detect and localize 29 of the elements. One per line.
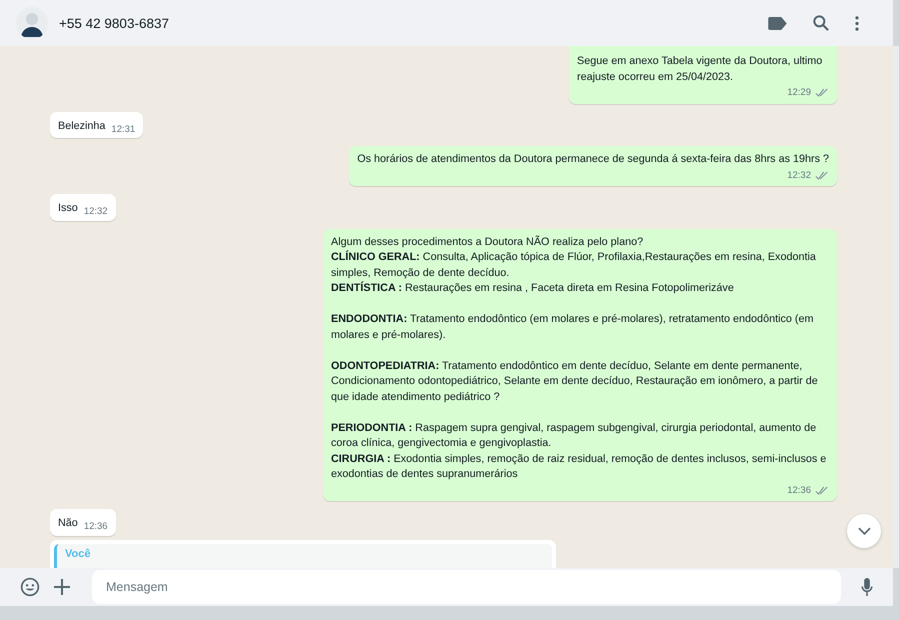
quote-author: Você bbox=[65, 548, 90, 560]
message-time: 12:32 bbox=[787, 168, 811, 182]
message-text: ODONTOPEDIATRIA: Tratamento endodôntico em dente decíduo, Selante em dente permanente, Condicionamento odontopediátrico, Selante em dente decíduo, Restauração em ionômero, a partir de que idade atendimento pediátrico ? bbox=[331, 358, 819, 404]
message-time: 12:29 bbox=[787, 86, 811, 100]
search-icon[interactable] bbox=[811, 13, 831, 33]
message-text: Os horários de atendimentos da Doutora permanece de segunda á sexta-feira das 8hrs as 19hrs ? bbox=[357, 152, 829, 167]
message-time: 12:32 bbox=[84, 205, 108, 219]
message-time: 12:36 bbox=[84, 520, 108, 534]
label-icon[interactable] bbox=[768, 16, 787, 30]
contact-name[interactable]: +55 42 9803-6837 bbox=[59, 16, 169, 30]
chevron-down-icon bbox=[858, 527, 870, 535]
message-text: Isso bbox=[58, 201, 78, 216]
message-text: DENTÍSTICA : Restaurações em resina , Faceta direta em Resina Fotopolimerizáve bbox=[331, 281, 735, 296]
message-text: ENDODONTIA: Tratamento endodôntico (em molares e pré-molares), retratamento endodôntico (em molares e pré-molares). bbox=[331, 312, 814, 342]
emoji-icon[interactable] bbox=[20, 577, 40, 597]
contact-avatar[interactable] bbox=[16, 7, 48, 39]
message-text: Algum desses procedimentos a Doutora NÃO realiza pelo plano? bbox=[331, 234, 644, 250]
message-text: CLÍNICO GERAL: Consulta, Aplicação tópica de Flúor, Profilaxia,Restaurações em resina, Exodontia simples, Remoção de dente decíduo. bbox=[331, 250, 817, 280]
microphone-icon[interactable] bbox=[861, 578, 873, 596]
message-text: Não bbox=[58, 516, 78, 531]
message-time: 12:31 bbox=[111, 122, 136, 136]
message-text: Segue em anexo Tabela vigente da Doutora, ultimo reajuste ocorreu em 25/04/2023. bbox=[577, 54, 824, 84]
menu-icon[interactable] bbox=[855, 16, 859, 30]
message-text: Belezinha bbox=[58, 118, 106, 134]
message-input[interactable]: Mensagem bbox=[92, 570, 841, 604]
plus-icon[interactable] bbox=[54, 579, 70, 595]
message-text: CIRURGIA : Exodontia simples, remoção de raiz residual, remoção de dentes inclusos, semi-inclusos e exodontias de dentes supranumerários bbox=[331, 452, 828, 482]
message-time: 12:36 bbox=[787, 484, 811, 498]
message-text: PERIODONTIA : Raspagem supra gengival, raspagem subgengival, cirurgia periodontal, aumento de coroa clínica, gengivectomia e gengivoplastia. bbox=[331, 420, 818, 451]
